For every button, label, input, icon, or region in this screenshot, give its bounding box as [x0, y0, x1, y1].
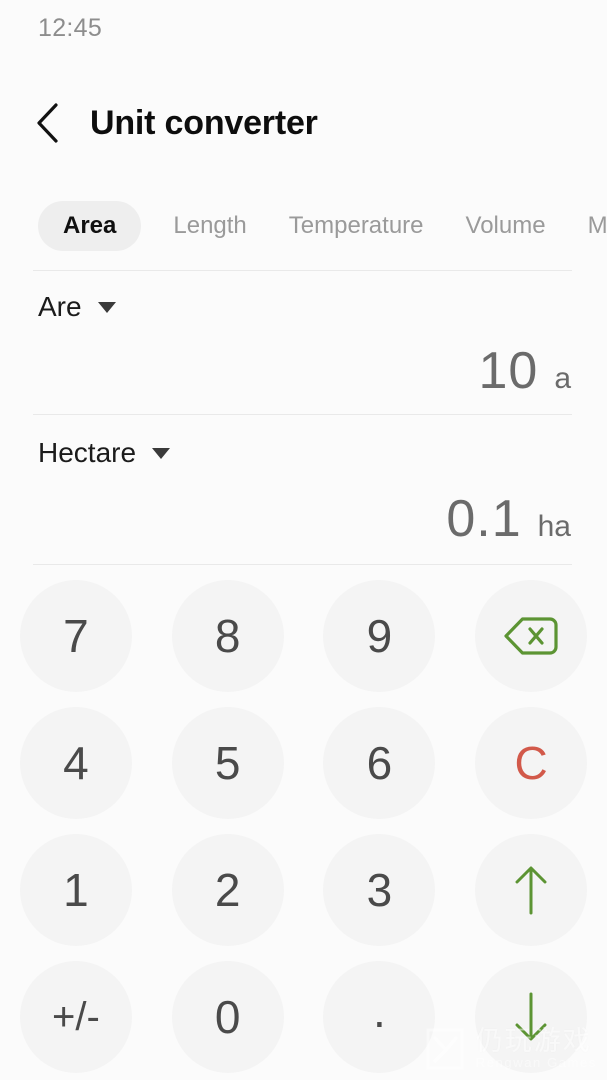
- backspace-icon: [502, 615, 560, 657]
- key-sign-toggle[interactable]: +/-: [0, 953, 152, 1080]
- key-decimal[interactable]: .: [304, 953, 456, 1080]
- key-8-label: 8: [215, 613, 241, 659]
- key-sign-toggle-label: +/-: [52, 997, 100, 1037]
- from-unit-label: Are: [38, 293, 82, 321]
- key-5[interactable]: 5: [152, 699, 304, 826]
- key-3[interactable]: 3: [304, 826, 456, 953]
- from-unit-selector[interactable]: Are: [38, 287, 116, 327]
- key-6-label: 6: [367, 740, 393, 786]
- key-3-label: 3: [367, 867, 393, 913]
- divider-bottom: [33, 564, 572, 565]
- tab-mass[interactable]: Ma: [578, 201, 607, 251]
- tab-temperature[interactable]: Temperature: [279, 201, 434, 251]
- key-8[interactable]: 8: [152, 572, 304, 699]
- key-9[interactable]: 9: [304, 572, 456, 699]
- numeric-keypad: 7 8 9 4 5 6 C 1 2 3: [0, 572, 607, 1080]
- key-4-label: 4: [63, 740, 89, 786]
- key-decimal-label: .: [373, 988, 386, 1034]
- app-header: Unit converter: [0, 92, 607, 154]
- divider-top: [33, 270, 572, 271]
- key-4[interactable]: 4: [0, 699, 152, 826]
- from-value: 10: [478, 345, 538, 397]
- key-5-label: 5: [215, 740, 241, 786]
- status-bar: 12:45: [0, 0, 607, 56]
- key-1-label: 1: [63, 867, 89, 913]
- key-0-label: 0: [215, 994, 241, 1040]
- back-button[interactable]: [34, 101, 74, 145]
- status-time: 12:45: [38, 14, 102, 43]
- key-7-label: 7: [63, 613, 89, 659]
- tab-area[interactable]: Area: [38, 201, 141, 251]
- to-unit-label: Hectare: [38, 439, 136, 467]
- caret-down-icon: [98, 302, 116, 313]
- to-unit-selector[interactable]: Hectare: [38, 433, 170, 473]
- move-down-button[interactable]: [455, 953, 607, 1080]
- key-1[interactable]: 1: [0, 826, 152, 953]
- chevron-left-icon: [34, 101, 62, 145]
- to-unit-symbol: ha: [538, 512, 571, 542]
- unit-converter-screen: 12:45 Unit converter Area Length Tempera…: [0, 0, 607, 1080]
- move-up-button[interactable]: [455, 826, 607, 953]
- arrow-up-icon: [511, 863, 551, 917]
- backspace-button[interactable]: [455, 572, 607, 699]
- key-2-label: 2: [215, 867, 241, 913]
- to-value: 0.1: [446, 493, 521, 545]
- tab-length[interactable]: Length: [163, 201, 256, 251]
- from-value-field[interactable]: 10 a: [478, 345, 571, 397]
- page-title: Unit converter: [90, 106, 318, 140]
- key-0[interactable]: 0: [152, 953, 304, 1080]
- category-tab-bar[interactable]: Area Length Temperature Volume Ma: [0, 195, 607, 257]
- tab-volume[interactable]: Volume: [456, 201, 556, 251]
- key-clear-label: C: [515, 740, 548, 786]
- divider-middle: [33, 414, 572, 415]
- to-value-field[interactable]: 0.1 ha: [446, 493, 571, 545]
- key-7[interactable]: 7: [0, 572, 152, 699]
- caret-down-icon: [152, 448, 170, 459]
- key-clear[interactable]: C: [455, 699, 607, 826]
- from-unit-symbol: a: [554, 364, 571, 394]
- key-2[interactable]: 2: [152, 826, 304, 953]
- key-6[interactable]: 6: [304, 699, 456, 826]
- key-9-label: 9: [367, 613, 393, 659]
- arrow-down-icon: [511, 990, 551, 1044]
